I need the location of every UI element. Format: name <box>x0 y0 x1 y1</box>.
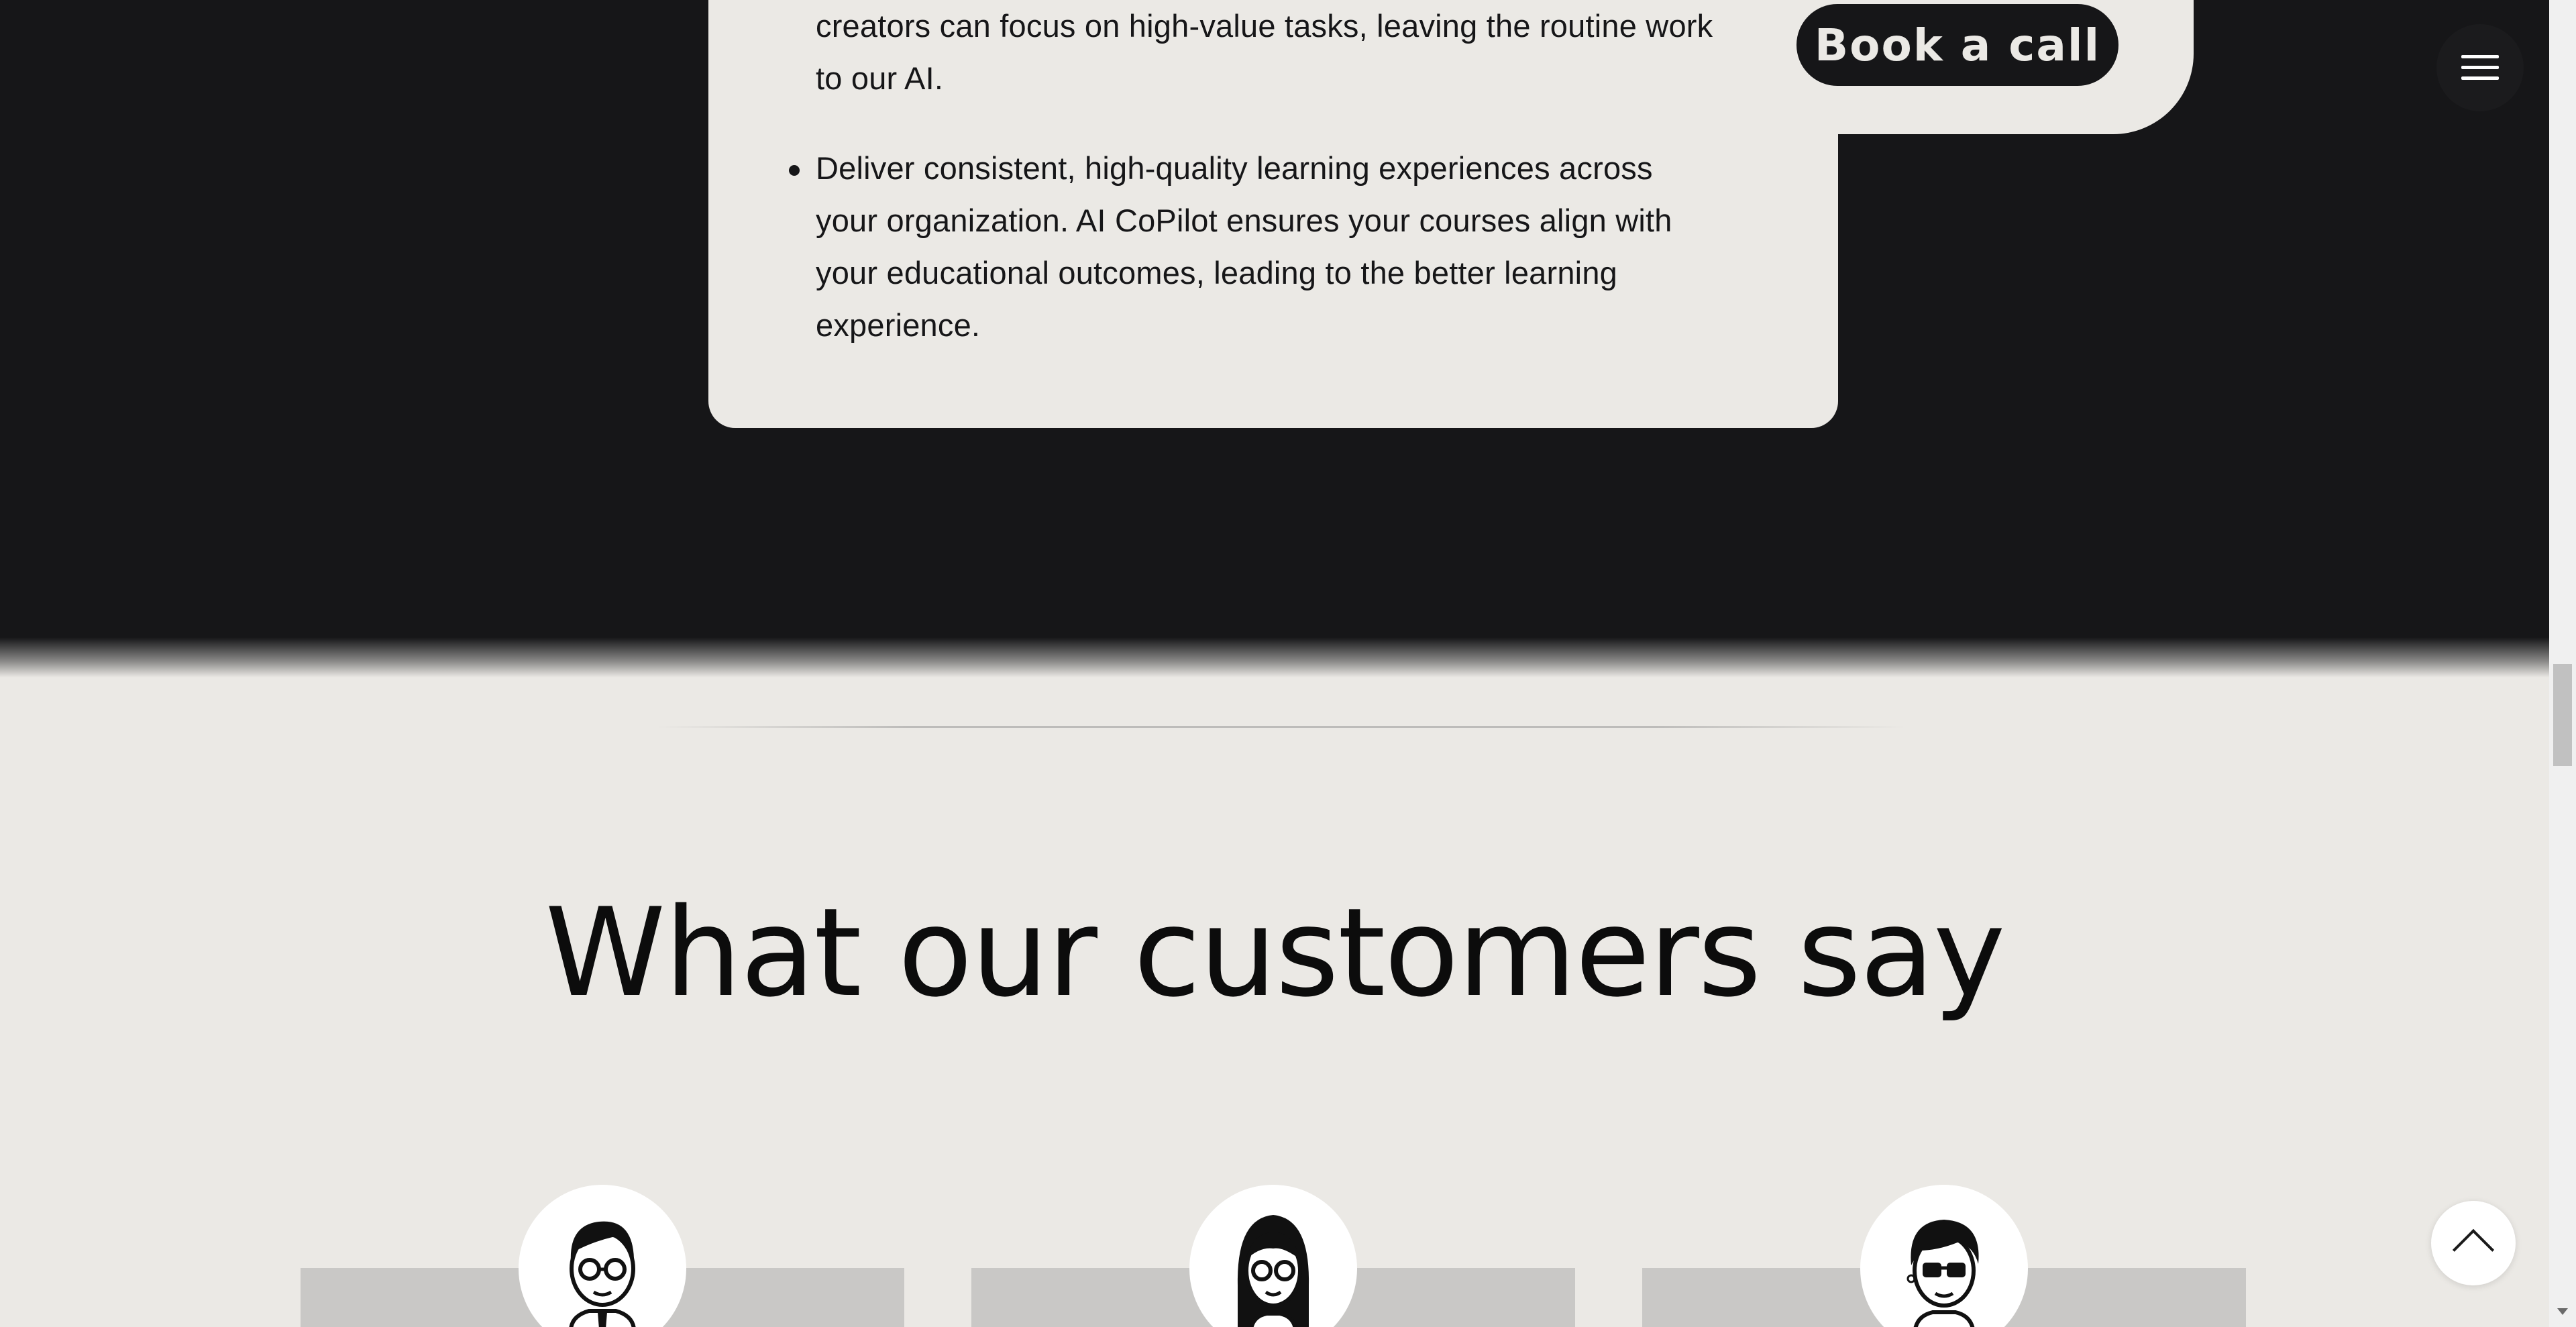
bullet-icon <box>789 165 800 176</box>
book-a-call-button[interactable]: Book a call <box>1796 4 2118 86</box>
person-with-glasses-avatar <box>1860 1185 2028 1327</box>
menu-button[interactable] <box>2436 24 2524 111</box>
benefit-line: experience. <box>816 307 981 343</box>
benefit-item: Deliver consistent, high-quality learnin… <box>789 142 1728 352</box>
chevron-up-icon <box>2452 1228 2495 1271</box>
scroll-to-top-button[interactable] <box>2431 1201 2516 1285</box>
section-divider <box>657 726 1905 728</box>
scroll-down-arrow-icon[interactable] <box>2557 1308 2568 1315</box>
man-with-glasses-avatar <box>519 1185 686 1327</box>
page: creators can focus on high-value tasks, … <box>0 0 2549 1327</box>
benefits-card: creators can focus on high-value tasks, … <box>708 0 1838 428</box>
scrollbar-thumb[interactable] <box>2553 664 2572 766</box>
hamburger-menu-icon <box>2461 55 2499 81</box>
benefit-line: Deliver consistent, high-quality learnin… <box>816 150 1653 186</box>
benefit-line: your educational outcomes, leading to th… <box>816 255 1618 290</box>
page-scrollbar[interactable] <box>2549 0 2576 1327</box>
woman-with-long-hair-avatar <box>1189 1185 1357 1327</box>
benefit-line: creators can focus on high-value tasks, … <box>816 8 1713 44</box>
benefit-line: to our AI. <box>816 60 944 96</box>
section-fade <box>0 637 2549 678</box>
benefit-line: your organization. AI CoPilot ensures yo… <box>816 203 1672 238</box>
benefit-item: creators can focus on high-value tasks, … <box>816 0 1768 105</box>
testimonials-heading: What our customers say <box>545 882 2005 1024</box>
